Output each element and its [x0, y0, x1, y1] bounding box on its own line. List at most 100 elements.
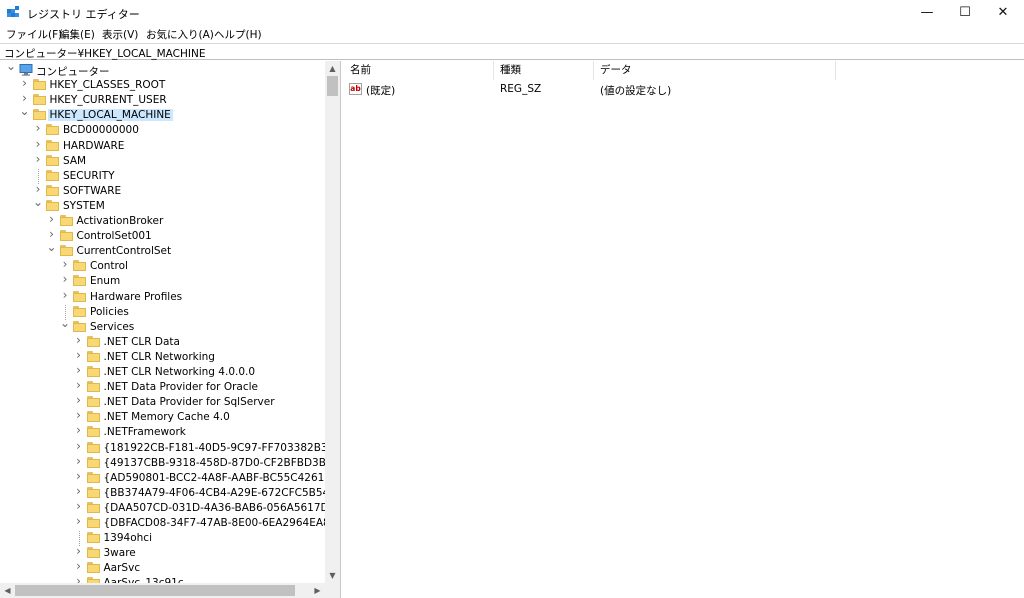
- tree-node-label[interactable]: .NET CLR Networking 4.0.0.0: [104, 366, 256, 378]
- chevron-right-icon[interactable]: ›: [74, 409, 84, 421]
- scroll-right-icon[interactable]: ▶: [310, 583, 325, 598]
- tree-node[interactable]: › BCD00000000: [0, 122, 325, 138]
- chevron-down-icon[interactable]: ⌄: [33, 196, 43, 208]
- tree-node-label[interactable]: AarSvc: [104, 562, 141, 574]
- tree-node[interactable]: › Control: [0, 258, 325, 274]
- tree-node-label[interactable]: SAM: [63, 155, 86, 167]
- tree-node[interactable]: › {BB374A79-4F06-4CB4-A29E-672CFC5B5494}: [0, 485, 340, 501]
- scroll-up-icon[interactable]: ▲: [325, 61, 340, 76]
- tree-node-label[interactable]: {49137CBB-9318-458D-87D0-CF2BFBD3B920}: [104, 457, 341, 469]
- tree-node-label[interactable]: .NET Data Provider for SqlServer: [104, 396, 275, 408]
- menu-help[interactable]: ヘルプ(H): [214, 27, 262, 42]
- tree-node[interactable]: › HARDWARE: [0, 138, 325, 154]
- tree-node[interactable]: Policies: [0, 304, 325, 320]
- chevron-right-icon[interactable]: ›: [33, 138, 43, 150]
- tree-node[interactable]: › {DAA507CD-031D-4A36-BAB6-056A5617DE0A}: [0, 500, 340, 516]
- tree-node-label[interactable]: .NET Memory Cache 4.0: [104, 411, 230, 423]
- chevron-right-icon[interactable]: ›: [74, 485, 84, 497]
- tree-node[interactable]: › .NET CLR Networking 4.0.0.0: [0, 364, 325, 380]
- chevron-right-icon[interactable]: ›: [74, 470, 84, 482]
- tree-node-label[interactable]: HARDWARE: [63, 140, 124, 152]
- tree-node-label[interactable]: 3ware: [104, 547, 136, 559]
- chevron-right-icon[interactable]: ›: [74, 500, 84, 512]
- tree-node-label[interactable]: SYSTEM: [63, 200, 105, 212]
- value-row[interactable]: ab (既定) REG_SZ (値の設定なし): [344, 82, 1024, 97]
- scroll-down-icon[interactable]: ▼: [325, 568, 340, 583]
- address-path[interactable]: コンピューター¥HKEY_LOCAL_MACHINE: [4, 46, 205, 61]
- chevron-right-icon[interactable]: ›: [33, 122, 43, 134]
- tree-node-label[interactable]: ActivationBroker: [77, 215, 164, 227]
- tree-node[interactable]: › SOFTWARE: [0, 183, 325, 199]
- maximize-button[interactable]: ☐: [948, 0, 982, 25]
- chevron-right-icon[interactable]: ›: [74, 349, 84, 361]
- tree-node-label[interactable]: .NET CLR Networking: [104, 351, 215, 363]
- tree-node[interactable]: 1394ohci: [0, 531, 325, 547]
- column-header-data[interactable]: データ: [594, 61, 836, 80]
- chevron-right-icon[interactable]: ›: [33, 183, 43, 195]
- chevron-right-icon[interactable]: ›: [74, 545, 84, 557]
- hscroll-thumb[interactable]: [15, 585, 295, 596]
- tree-node[interactable]: › .NET Data Provider for SqlServer: [0, 394, 325, 410]
- tree-node-label[interactable]: CurrentControlSet: [77, 245, 172, 257]
- scroll-thumb[interactable]: [327, 76, 338, 96]
- tree-vertical-scrollbar[interactable]: ▲ ▼: [325, 61, 340, 583]
- tree-node-label[interactable]: コンピューター: [36, 64, 110, 79]
- tree-node[interactable]: ⌄ Services: [0, 317, 325, 335]
- tree-node-label[interactable]: {AD590801-BCC2-4A8F-AABF-BC55C4261BF3}: [104, 472, 341, 484]
- tree-node[interactable]: SECURITY: [0, 168, 325, 184]
- tree-node-label[interactable]: Control: [90, 260, 128, 272]
- tree-node-label[interactable]: {DBFACD08-34F7-47AB-8E00-6EA2964EA892}: [104, 517, 341, 529]
- chevron-down-icon[interactable]: ⌄: [47, 241, 57, 253]
- tree-node-label[interactable]: HKEY_CURRENT_USER: [50, 94, 167, 106]
- chevron-right-icon[interactable]: ›: [60, 273, 70, 285]
- tree-node-label[interactable]: 1394ohci: [104, 532, 153, 544]
- tree-node-label[interactable]: {DAA507CD-031D-4A36-BAB6-056A5617DE0A}: [104, 502, 341, 514]
- minimize-button[interactable]: —: [910, 0, 944, 25]
- tree-node[interactable]: › AarSvc: [0, 560, 325, 576]
- tree-node[interactable]: ⌄ コンピューター: [0, 61, 325, 79]
- column-header-name[interactable]: 名前: [344, 61, 494, 80]
- tree-node[interactable]: › {AD590801-BCC2-4A8F-AABF-BC55C4261BF3}: [0, 470, 340, 486]
- chevron-right-icon[interactable]: ›: [74, 364, 84, 376]
- values-list-pane[interactable]: 名前 種類 データ ab (既定) REG_SZ (値の設定なし): [344, 61, 1024, 598]
- tree-node[interactable]: › {DBFACD08-34F7-47AB-8E00-6EA2964EA892}: [0, 515, 340, 531]
- chevron-right-icon[interactable]: ›: [74, 394, 84, 406]
- chevron-down-icon[interactable]: ⌄: [6, 61, 16, 72]
- tree-node-label[interactable]: Enum: [90, 275, 120, 287]
- tree-node-label[interactable]: Policies: [90, 306, 129, 318]
- tree-horizontal-scrollbar[interactable]: ◀ ▶: [0, 583, 325, 598]
- tree-node-label[interactable]: HKEY_LOCAL_MACHINE: [47, 109, 173, 122]
- menu-edit[interactable]: 編集(E): [59, 27, 95, 42]
- tree-node[interactable]: ⌄ CurrentControlSet: [0, 241, 325, 259]
- column-header-type[interactable]: 種類: [494, 61, 594, 80]
- tree-node[interactable]: › .NET CLR Data: [0, 334, 325, 350]
- tree-node[interactable]: › Hardware Profiles: [0, 289, 325, 305]
- menu-favorites[interactable]: お気に入り(A): [146, 27, 214, 42]
- chevron-right-icon[interactable]: ›: [47, 213, 57, 225]
- chevron-right-icon[interactable]: ›: [60, 289, 70, 301]
- tree-node-label[interactable]: .NETFramework: [104, 426, 186, 438]
- tree-node-label[interactable]: {BB374A79-4F06-4CB4-A29E-672CFC5B5494}: [104, 487, 341, 499]
- chevron-right-icon[interactable]: ›: [33, 153, 43, 165]
- tree-node[interactable]: › .NET Data Provider for Oracle: [0, 379, 325, 395]
- tree-node-label[interactable]: Services: [90, 321, 134, 333]
- tree-node-label[interactable]: .NET Data Provider for Oracle: [104, 381, 259, 393]
- tree-node[interactable]: › {181922CB-F181-40D5-9C97-FF703382B337}: [0, 440, 340, 456]
- tree-node-label[interactable]: {181922CB-F181-40D5-9C97-FF703382B337}: [104, 442, 341, 454]
- tree-node[interactable]: › HKEY_CLASSES_ROOT: [0, 77, 325, 93]
- chevron-right-icon[interactable]: ›: [74, 334, 84, 346]
- chevron-right-icon[interactable]: ›: [20, 92, 30, 104]
- tree-node[interactable]: ⌄ HKEY_LOCAL_MACHINE: [0, 105, 325, 123]
- chevron-right-icon[interactable]: ›: [74, 515, 84, 527]
- chevron-right-icon[interactable]: ›: [74, 440, 84, 452]
- menu-view[interactable]: 表示(V): [102, 27, 138, 42]
- menu-file[interactable]: ファイル(F): [6, 27, 62, 42]
- tree-node-label[interactable]: BCD00000000: [63, 124, 139, 136]
- close-button[interactable]: ✕: [986, 0, 1020, 25]
- tree-node[interactable]: › {49137CBB-9318-458D-87D0-CF2BFBD3B920}: [0, 455, 340, 471]
- tree-node-label[interactable]: SOFTWARE: [63, 185, 121, 197]
- chevron-right-icon[interactable]: ›: [74, 455, 84, 467]
- tree-pane[interactable]: ⌄ コンピューター › HKEY_CLASSES_ROOT › HKEY_CURRENT_…: [0, 61, 341, 598]
- tree-node[interactable]: › HKEY_CURRENT_USER: [0, 92, 325, 108]
- tree-node[interactable]: › 3ware: [0, 545, 325, 561]
